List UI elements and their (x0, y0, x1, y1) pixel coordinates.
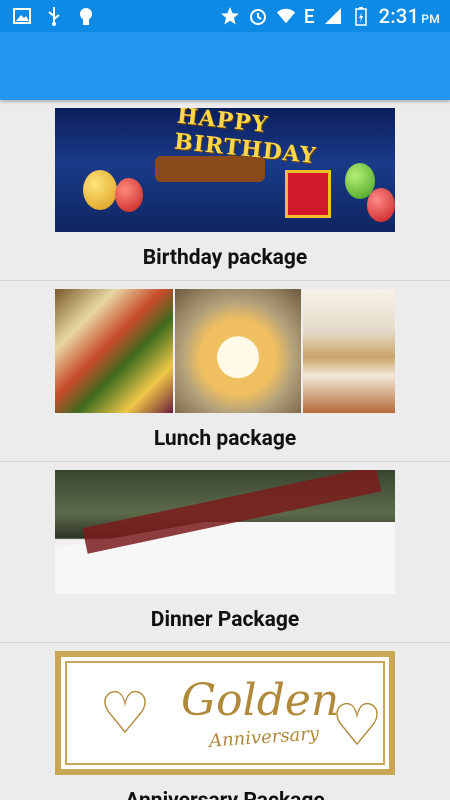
package-list: HAPPY BIRTHDAY Birthday package Lunch pa… (0, 100, 450, 800)
plated-food-photo (175, 289, 301, 413)
package-label: Dinner Package (150, 608, 300, 632)
dinner-banner-image (55, 470, 395, 594)
package-card-lunch[interactable]: Lunch package (0, 281, 450, 462)
food-collage-photo (55, 289, 173, 413)
package-card-anniversary[interactable]: ♡ ♡ Golden Anniversary Anniversary Packa… (0, 643, 450, 800)
star-icon (220, 6, 240, 26)
wifi-icon (276, 6, 296, 26)
package-card-birthday[interactable]: HAPPY BIRTHDAY Birthday package (0, 100, 450, 281)
clock: 2:31 PM (378, 4, 440, 28)
gift-box-icon (285, 170, 331, 218)
package-label: Lunch package (153, 427, 297, 451)
network-type: E (303, 4, 315, 28)
usb-icon (44, 6, 64, 26)
status-bar: E 2:31 PM (0, 0, 450, 32)
balloon-icon (83, 170, 117, 210)
alarm-icon (248, 6, 268, 26)
status-right: E 2:31 PM (220, 4, 440, 28)
package-card-dinner[interactable]: Dinner Package (0, 462, 450, 643)
android-icon (76, 6, 96, 26)
balloon-icon (115, 178, 143, 212)
package-label: Birthday package (142, 246, 308, 270)
balloon-icon (367, 188, 395, 222)
birthday-banner-image: HAPPY BIRTHDAY (55, 108, 395, 232)
banner-title: Golden (181, 675, 340, 726)
heart-icon: ♡ (99, 680, 151, 748)
image-icon (12, 6, 32, 26)
anniversary-banner-image: ♡ ♡ Golden Anniversary (55, 651, 395, 775)
signal-icon (323, 6, 343, 26)
package-label: Anniversary Package (0, 789, 450, 800)
app-bar (0, 32, 450, 100)
buffet-table-photo (303, 289, 395, 413)
lunch-banner-image (55, 289, 395, 413)
battery-charging-icon (351, 6, 371, 26)
status-left (12, 6, 96, 26)
